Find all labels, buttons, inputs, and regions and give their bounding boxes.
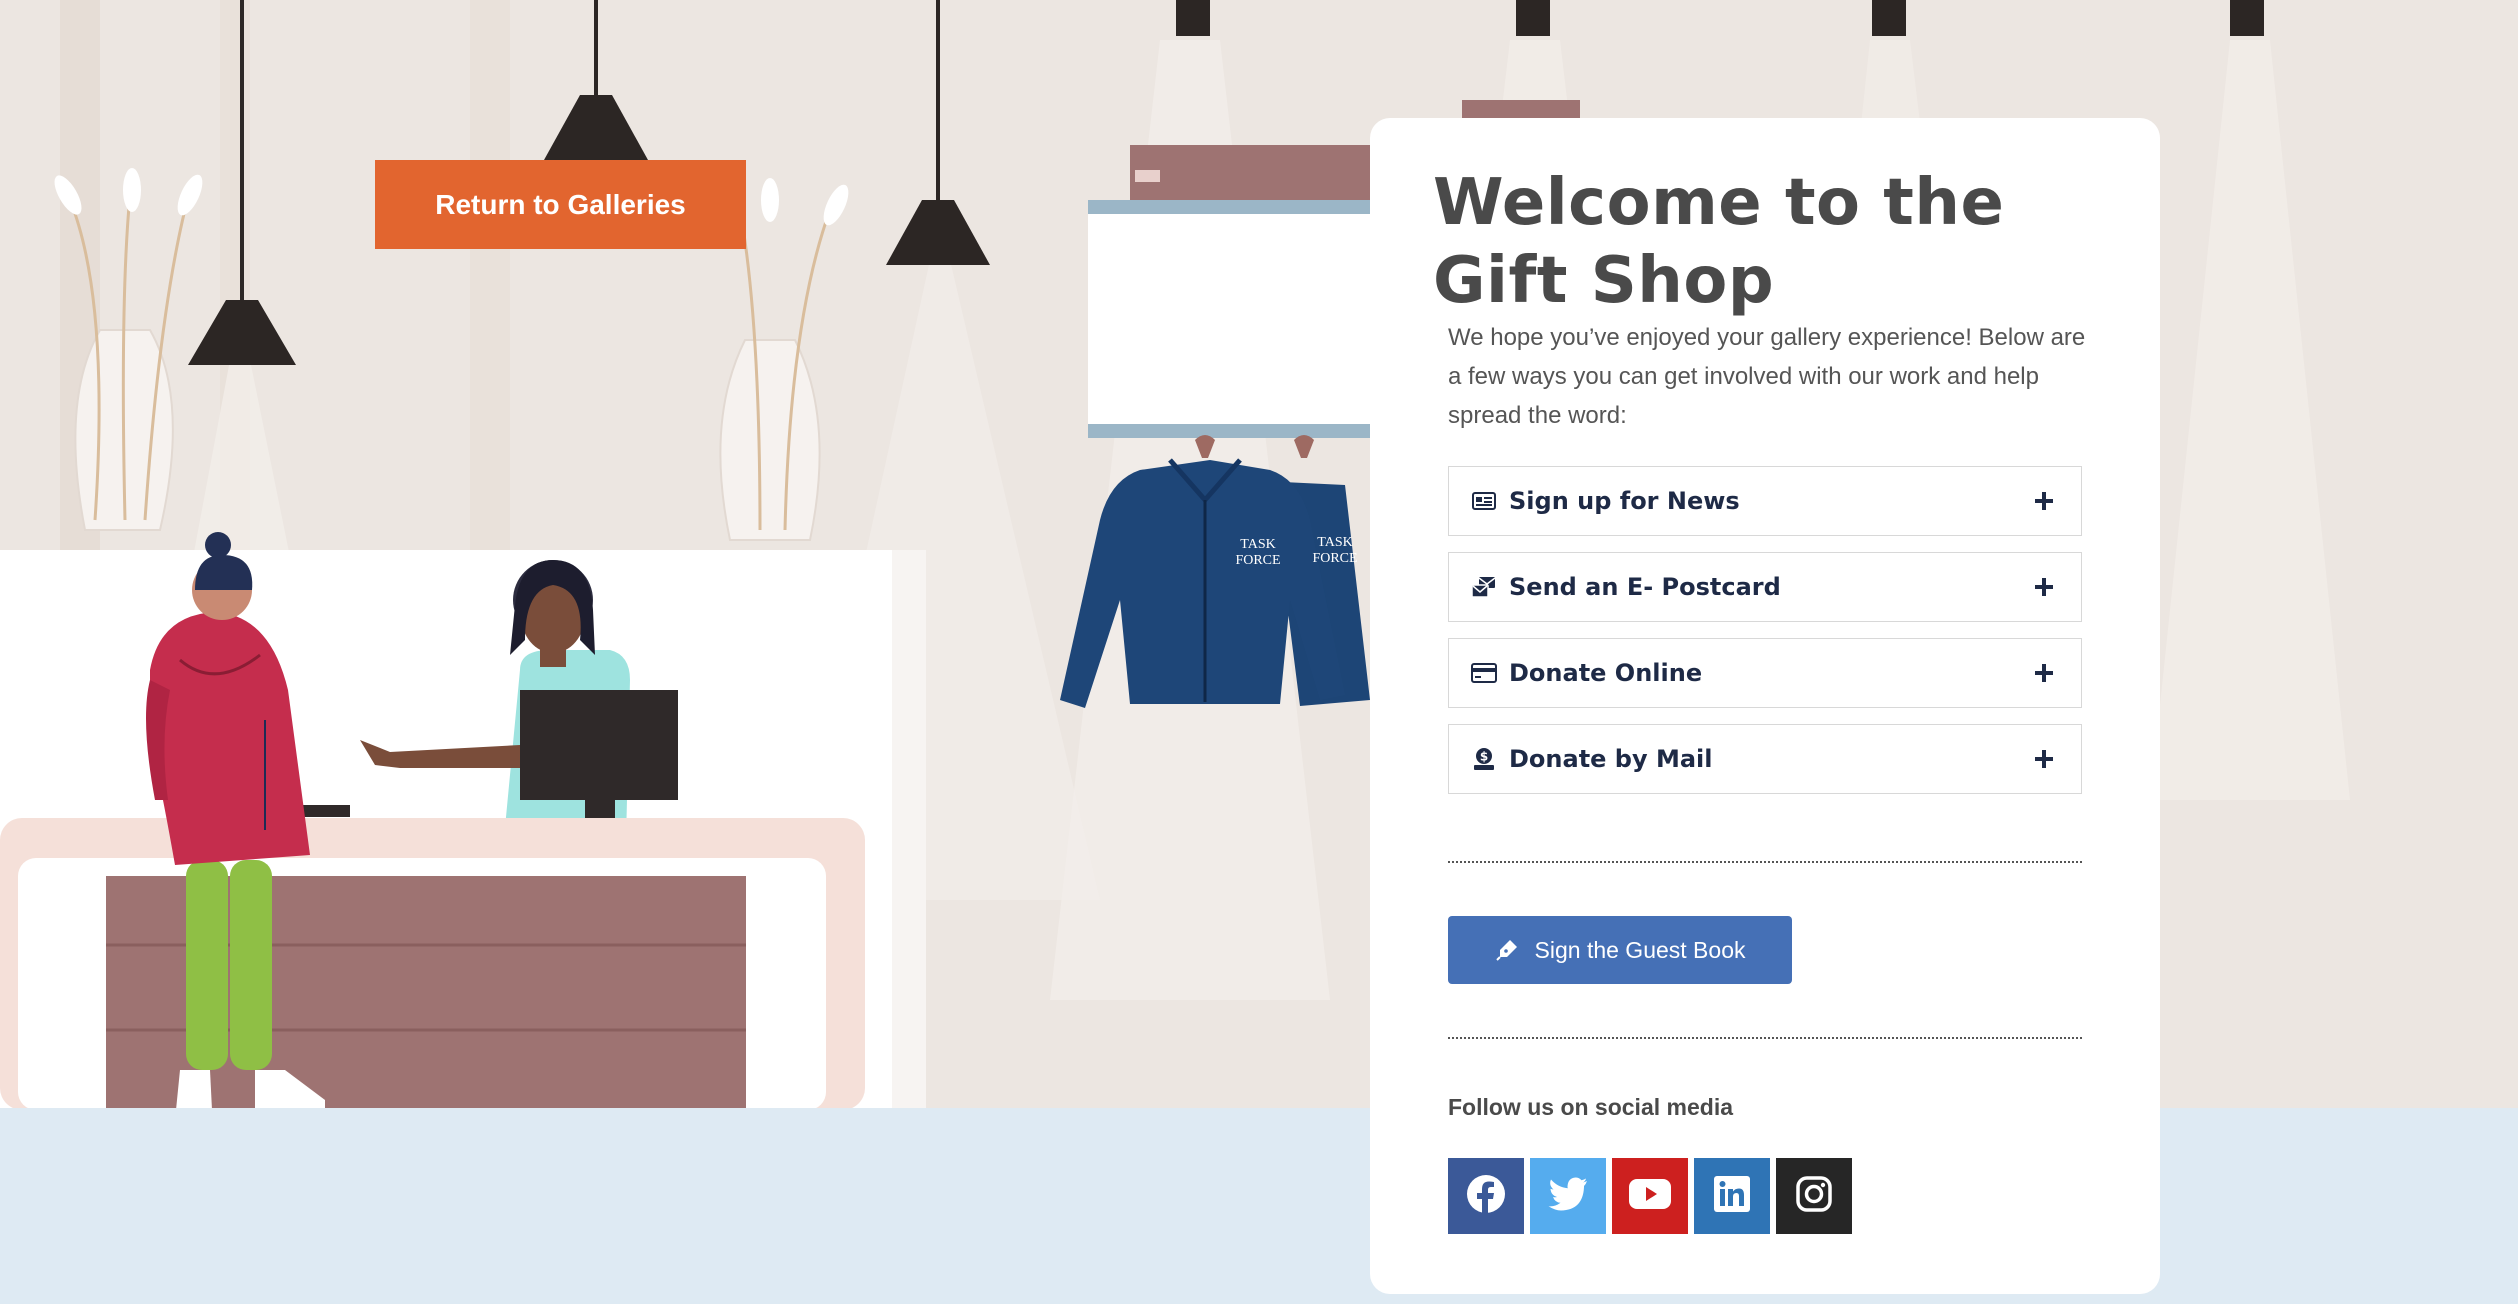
accordion-send-postcard[interactable]: Send an E- Postcard <box>1448 552 2082 622</box>
svg-text:$: $ <box>1480 750 1488 764</box>
plus-icon[interactable] <box>2029 658 2059 688</box>
instagram-button[interactable] <box>1776 1158 1852 1234</box>
return-to-galleries-button[interactable]: Return to Galleries <box>375 160 746 249</box>
gift-shop-panel: Welcome to the Gift Shop We hope you’ve … <box>1370 118 2160 1294</box>
plus-icon[interactable] <box>2029 486 2059 516</box>
twitter-icon <box>1548 1177 1588 1216</box>
follow-social-label: Follow us on social media <box>1448 1094 1733 1120</box>
intro-text: We hope you’ve enjoyed your gallery expe… <box>1448 324 2086 429</box>
accordion-label: Donate by Mail <box>1509 745 1713 773</box>
sign-guest-book-button[interactable]: Sign the Guest Book <box>1448 916 1792 984</box>
newspaper-icon <box>1471 488 1497 514</box>
accordion-label: Send an E- Postcard <box>1509 573 1781 601</box>
twitter-button[interactable] <box>1530 1158 1606 1234</box>
instagram-icon <box>1796 1175 1832 1217</box>
accordion-label: Donate Online <box>1509 659 1703 687</box>
accordion-donate-mail[interactable]: $ Donate by Mail <box>1448 724 2082 794</box>
linkedin-icon <box>1714 1175 1750 1217</box>
dotted-divider <box>1448 1037 2082 1039</box>
donate-icon: $ <box>1471 746 1497 772</box>
jacket2-logo-line2: FORCE <box>1312 551 1357 566</box>
jacket2-logo-line1: TASK <box>1317 535 1352 550</box>
pen-icon <box>1495 938 1519 962</box>
jacket-logo-line2: FORCE <box>1235 553 1280 568</box>
page-title-line2: Gift Shop <box>1433 244 1775 318</box>
envelope-icon <box>1471 574 1497 600</box>
guest-book-label: Sign the Guest Book <box>1534 936 1746 963</box>
dotted-divider <box>1448 861 2082 863</box>
page-title-line1: Welcome to the <box>1433 166 2005 240</box>
facebook-button[interactable] <box>1448 1158 1524 1234</box>
linkedin-button[interactable] <box>1694 1158 1770 1234</box>
counter <box>0 805 865 1110</box>
credit-card-icon <box>1471 660 1497 686</box>
accordion-label: Sign up for News <box>1509 487 1740 515</box>
jacket-logo-line1: TASK <box>1240 537 1275 552</box>
accordion-donate-online[interactable]: Donate Online <box>1448 638 2082 708</box>
accordion-sign-up-news[interactable]: Sign up for News <box>1448 466 2082 536</box>
plus-icon[interactable] <box>2029 572 2059 602</box>
youtube-button[interactable] <box>1612 1158 1688 1234</box>
youtube-icon <box>1629 1178 1671 1214</box>
page-title: Welcome to the Gift Shop <box>1433 164 2004 320</box>
facebook-icon <box>1466 1174 1506 1219</box>
plus-icon[interactable] <box>2029 744 2059 774</box>
